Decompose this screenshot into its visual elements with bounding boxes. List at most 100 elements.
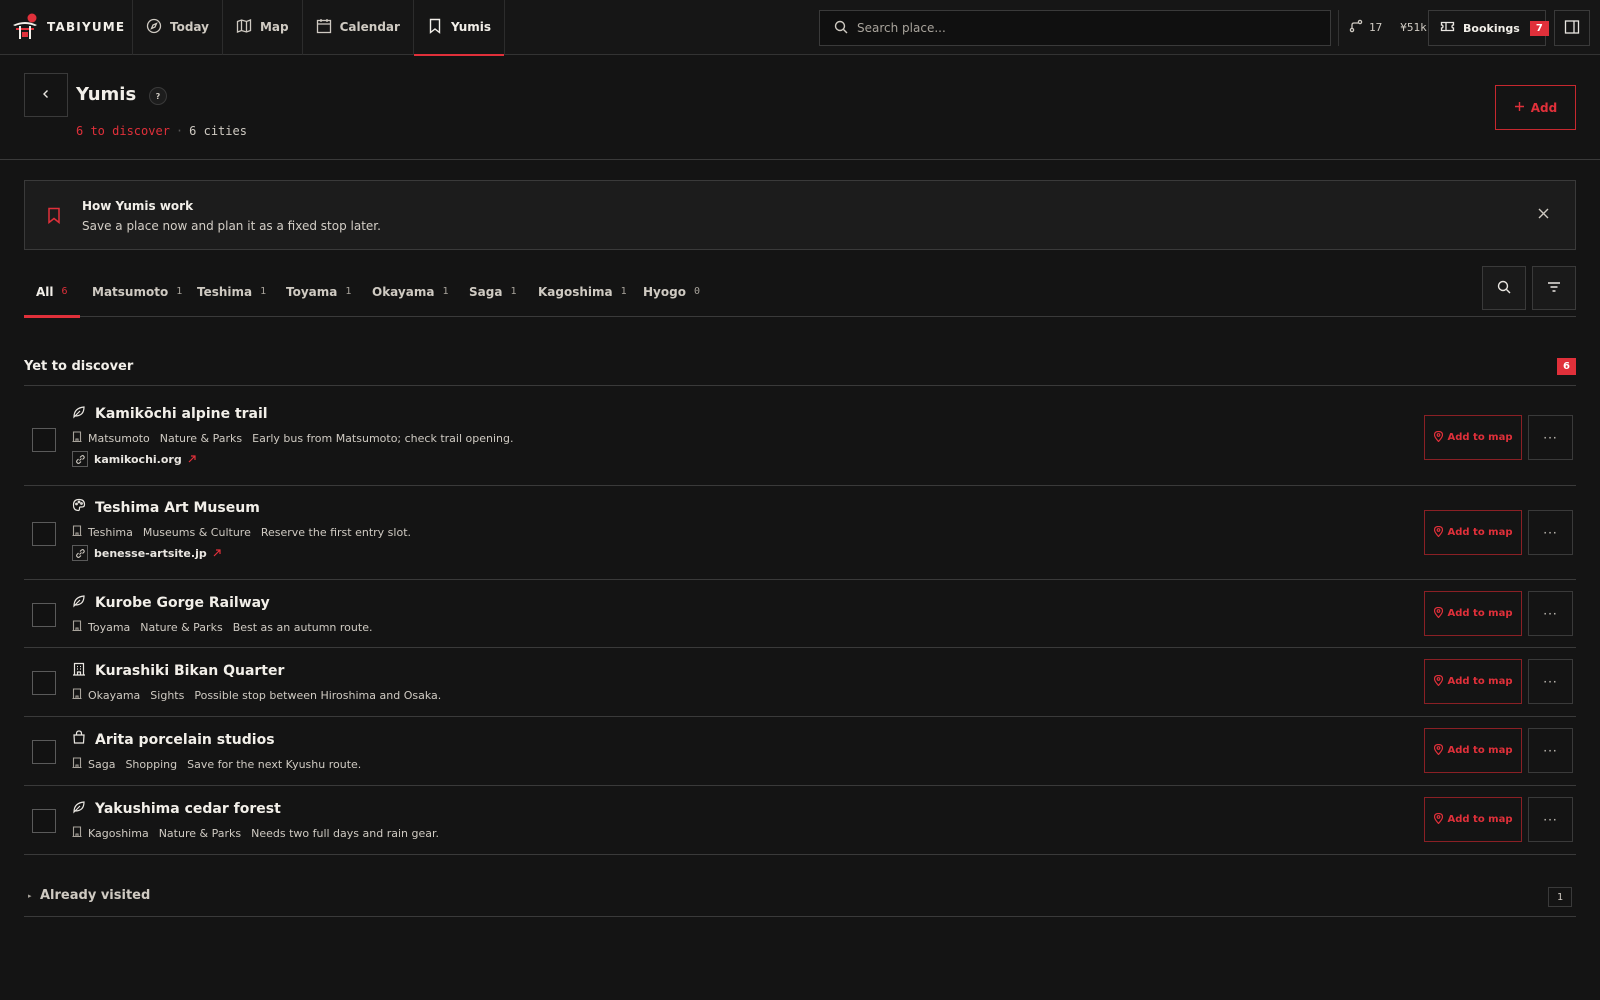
place-row: Teshima Art Museum Teshima Museums & Cul…	[24, 486, 1576, 580]
external-link-icon	[188, 453, 196, 466]
top-bar: TABIYUME Today Map Calendar Yumis Search…	[0, 0, 1600, 56]
place-checkbox[interactable]	[32, 603, 56, 627]
more-options-button[interactable]: ···	[1528, 728, 1573, 773]
place-checkbox[interactable]	[32, 671, 56, 695]
more-options-button[interactable]: ···	[1528, 415, 1573, 460]
nav-map[interactable]: Map	[223, 0, 303, 55]
tab-label: Kagoshima	[538, 284, 613, 299]
help-icon[interactable]: ?	[149, 87, 167, 105]
place-name[interactable]: Kurobe Gorge Railway	[95, 595, 270, 611]
add-to-map-button[interactable]: Add to map	[1424, 415, 1522, 460]
place-category: Nature & Parks	[159, 431, 243, 445]
tab-kagoshima[interactable]: Kagoshima 1	[538, 266, 627, 317]
add-to-map-button[interactable]: Add to map	[1424, 728, 1522, 773]
plus-icon	[1514, 101, 1525, 115]
place-name[interactable]: Arita porcelain studios	[95, 732, 275, 748]
place-checkbox[interactable]	[32, 809, 56, 833]
leaf-icon	[72, 800, 86, 814]
place-note: Needs two full days and rain gear.	[251, 826, 439, 840]
place-row: Yakushima cedar forest Kagoshima Nature …	[24, 786, 1576, 855]
add-to-map-label: Add to map	[1447, 608, 1513, 619]
place-name[interactable]: Kamikōchi alpine trail	[95, 406, 268, 422]
add-label: Add	[1530, 100, 1558, 115]
bookings-count-badge: 7	[1529, 20, 1549, 36]
already-visited-section[interactable]: ▸ Already visited 1	[24, 881, 1576, 917]
more-options-button[interactable]: ···	[1528, 797, 1573, 842]
tab-label: Okayama	[372, 284, 435, 299]
close-banner-button[interactable]	[1534, 206, 1552, 224]
search-icon	[1497, 280, 1511, 297]
place-note: Best as an autumn route.	[232, 620, 373, 634]
app-logo[interactable]: TABIYUME	[0, 0, 133, 55]
place-note: Possible stop between Hiroshima and Osak…	[194, 688, 442, 702]
more-options-button[interactable]: ···	[1528, 510, 1573, 555]
place-row: Arita porcelain studios Saga Shopping Sa…	[24, 717, 1576, 786]
place-city-name: Toyama	[88, 620, 131, 634]
place-link[interactable]: kamikochi.org	[72, 451, 196, 467]
add-to-map-button[interactable]: Add to map	[1424, 659, 1522, 704]
place-meta: Toyama Nature & Parks Best as an autumn …	[72, 620, 372, 634]
place-meta: Kagoshima Nature & Parks Needs two full …	[72, 826, 439, 840]
visited-title: Already visited	[40, 888, 151, 903]
bookmark-icon	[47, 207, 61, 227]
map-pin-icon	[1433, 674, 1443, 689]
place-checkbox[interactable]	[32, 522, 56, 546]
more-options-button[interactable]: ···	[1528, 591, 1573, 636]
map-pin-icon	[1433, 812, 1443, 827]
search-input[interactable]	[857, 21, 1297, 35]
building-icon	[72, 620, 82, 634]
tab-hyogo[interactable]: Hyogo 0	[643, 266, 700, 317]
back-button[interactable]	[24, 73, 68, 117]
section-count-badge: 6	[1557, 358, 1576, 375]
info-banner: How Yumis work Save a place now and plan…	[24, 180, 1576, 250]
search-icon	[834, 20, 848, 37]
place-city: Kagoshima	[72, 826, 149, 840]
place-city: Matsumoto	[72, 431, 150, 445]
add-to-map-button[interactable]: Add to map	[1424, 591, 1522, 636]
nav-yumis[interactable]: Yumis	[413, 0, 506, 56]
place-meta: Saga Shopping Save for the next Kyushu r…	[72, 757, 361, 771]
link-text: benesse-artsite.jp	[94, 546, 207, 560]
tab-toyama[interactable]: Toyama 1	[286, 266, 351, 317]
toggle-panel-button[interactable]	[1554, 10, 1590, 46]
tab-label: All	[36, 284, 54, 299]
filter-button[interactable]	[1532, 266, 1576, 310]
map-pin-icon	[1433, 430, 1443, 445]
place-meta: Okayama Sights Possible stop between Hir…	[72, 688, 441, 702]
info-title: How Yumis work	[82, 199, 194, 213]
more-options-button[interactable]: ···	[1528, 659, 1573, 704]
tab-matsumoto[interactable]: Matsumoto 1	[92, 266, 182, 317]
place-category: Nature & Parks	[140, 620, 223, 634]
trip-stats[interactable]: 17 ¥51k	[1349, 19, 1427, 36]
tab-count: 1	[620, 286, 627, 297]
logo-mark-icon	[11, 13, 39, 41]
tab-okayama[interactable]: Okayama 1	[372, 266, 448, 317]
app-name: TABIYUME	[47, 20, 126, 34]
tab-teshima[interactable]: Teshima 1	[197, 266, 266, 317]
place-link[interactable]: benesse-artsite.jp	[72, 545, 221, 561]
chevron-left-icon	[41, 88, 51, 102]
link-text: kamikochi.org	[94, 452, 182, 466]
nav-calendar[interactable]: Calendar	[303, 0, 414, 55]
place-checkbox[interactable]	[32, 740, 56, 764]
place-name[interactable]: Teshima Art Museum	[95, 500, 260, 516]
add-to-map-button[interactable]: Add to map	[1424, 510, 1522, 555]
place-name[interactable]: Kurashiki Bikan Quarter	[95, 663, 284, 679]
info-text: Save a place now and plan it as a fixed …	[82, 219, 381, 233]
place-name[interactable]: Yakushima cedar forest	[95, 801, 281, 817]
calendar-icon	[316, 18, 332, 37]
place-checkbox[interactable]	[32, 428, 56, 452]
add-button[interactable]: Add	[1495, 85, 1576, 130]
bookings-label: Bookings	[1463, 21, 1520, 35]
building-icon	[72, 826, 82, 840]
tab-saga[interactable]: Saga 1	[469, 266, 516, 317]
compass-icon	[146, 18, 162, 37]
search-bar[interactable]	[819, 10, 1331, 46]
tab-all[interactable]: All 6	[24, 266, 80, 318]
bookings-button[interactable]: Bookings 7	[1428, 10, 1549, 46]
add-to-map-button[interactable]: Add to map	[1424, 797, 1522, 842]
nav-today[interactable]: Today	[133, 0, 223, 55]
search-places-button[interactable]	[1482, 266, 1526, 310]
leaf-icon	[72, 405, 86, 419]
place-category: Museums & Culture	[142, 525, 251, 539]
